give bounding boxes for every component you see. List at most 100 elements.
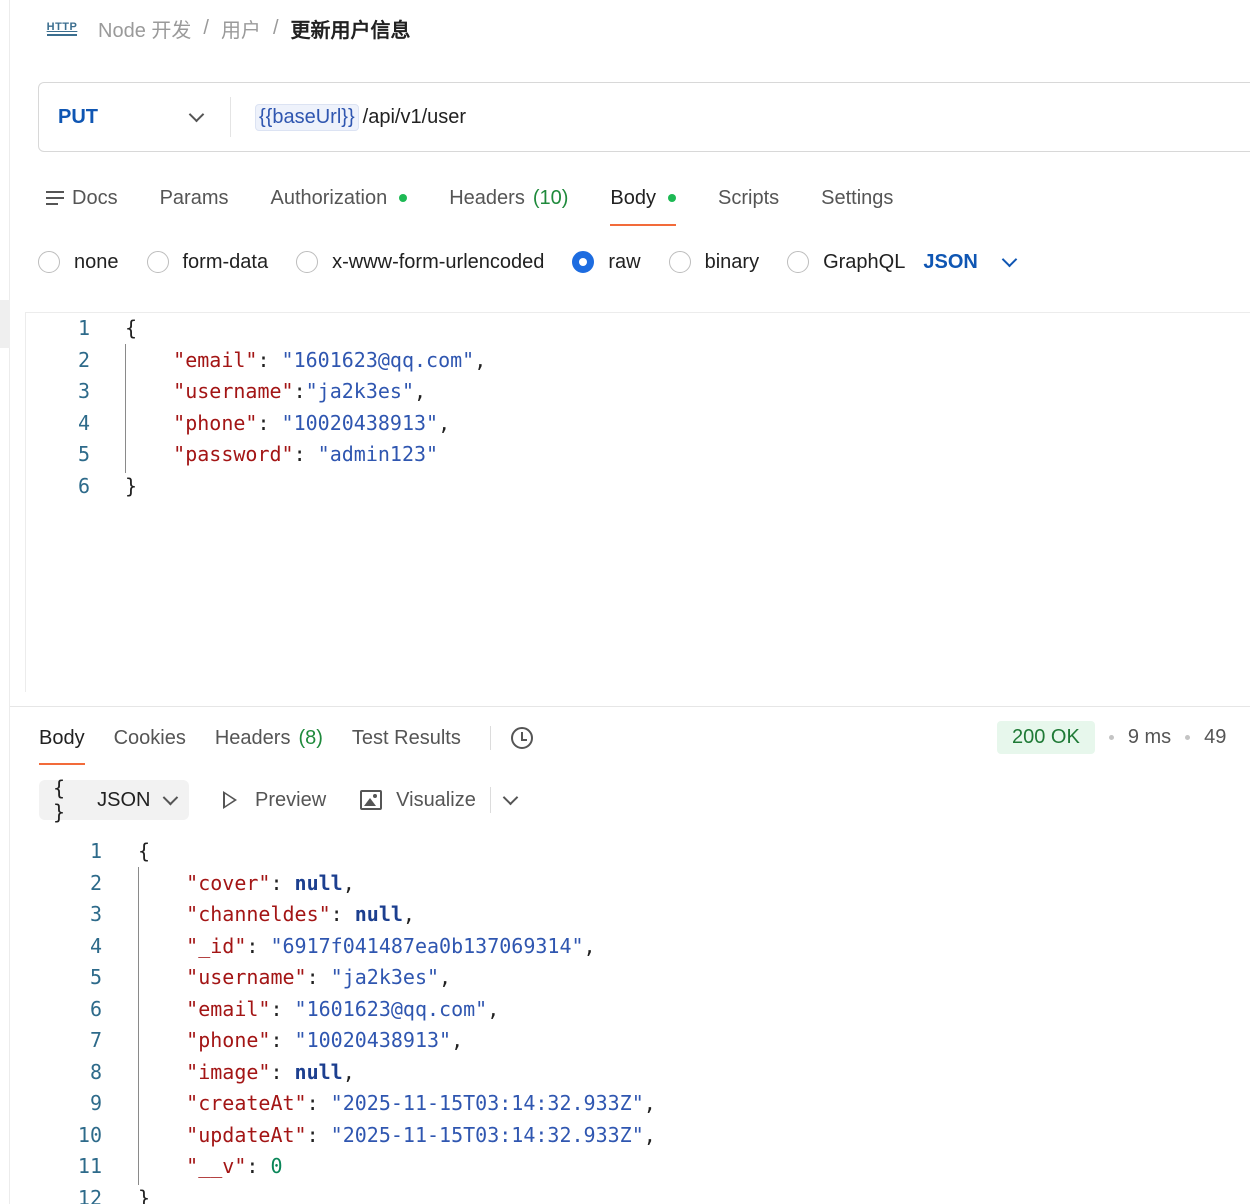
tab-docs[interactable]: Docs [46, 178, 118, 218]
headers-count: (10) [532, 186, 569, 209]
line-number: 4 [77, 410, 90, 435]
code-text: "__v": 0 [138, 1154, 283, 1178]
code-text: "image": null, [138, 1059, 355, 1084]
code-line: 3 "username":"ja2k3es", [40, 376, 1250, 408]
line-number: 2 [77, 347, 90, 372]
tab-settings[interactable]: Settings [821, 178, 893, 218]
history-icon[interactable] [510, 727, 533, 749]
collapse-handle[interactable] [0, 300, 10, 348]
line-number: 3 [77, 379, 90, 403]
request-tabs: Docs Params Authorization Headers (10) B… [46, 178, 935, 226]
code-line: 12} [40, 1183, 1250, 1204]
breadcrumb: HTTP Node 开发 / 用户 / 更新用户信息 [46, 10, 411, 46]
chevron-down-icon [1001, 251, 1018, 267]
tab-authorization[interactable]: Authorization [270, 178, 408, 218]
method-select[interactable]: PUT [39, 97, 231, 137]
code-text: "email": "1601623@qq.com", [125, 347, 487, 372]
code-line: 2 "cover": null, [40, 868, 1250, 900]
body-type-urlencoded[interactable]: x-www-form-urlencoded [296, 251, 544, 274]
url-variable[interactable]: {{baseUrl}} [255, 103, 359, 131]
radio-button[interactable] [787, 251, 810, 273]
radio-button[interactable] [38, 251, 60, 273]
code-line: 3 "channeldes": null, [40, 899, 1250, 931]
braces-icon: { } [53, 776, 66, 824]
line-number: 5 [89, 965, 102, 989]
response-tabs: Body Cookies Headers (8) Test Results [39, 718, 533, 765]
code-text: "createAt": "2025-11-15T03:14:32.933Z", [138, 1091, 656, 1115]
code-line: 5 "username": "ja2k3es", [40, 962, 1250, 994]
line-number: 12 [77, 1185, 102, 1204]
code-text: "username":"ja2k3es", [125, 379, 427, 403]
line-number: 11 [77, 1154, 102, 1178]
breadcrumb-separator: / [272, 16, 279, 39]
code-line: 5 "password": "admin123" [40, 439, 1250, 471]
tab-response-headers[interactable]: Headers (8) [215, 718, 323, 758]
url-bar: PUT {{baseUrl}} /api/v1/user [38, 82, 1250, 152]
request-name[interactable]: 更新用户信息 [291, 14, 411, 43]
raw-format-select[interactable]: JSON [923, 251, 1018, 274]
url-input[interactable]: {{baseUrl}} /api/v1/user [231, 103, 466, 131]
line-number: 8 [89, 1059, 102, 1084]
breadcrumb-item-folder[interactable]: 用户 [221, 14, 261, 43]
line-number: 1 [89, 839, 102, 863]
body-type-binary[interactable]: binary [668, 251, 759, 274]
body-type-none[interactable]: none [38, 251, 119, 274]
tab-params[interactable]: Params [160, 178, 229, 218]
response-format-select[interactable]: { } JSON [39, 776, 189, 824]
code-text: } [125, 473, 138, 498]
tab-headers[interactable]: Headers (10) [449, 178, 568, 218]
code-line: 1{ [40, 313, 1250, 345]
tab-response-body[interactable]: Body [39, 718, 85, 765]
line-number: 5 [77, 442, 90, 466]
code-text: { [138, 839, 151, 863]
response-body-viewer[interactable]: 1{2 "cover": null, 3 "channeldes": null, 4… [40, 836, 1250, 1204]
pane-splitter[interactable] [10, 706, 1250, 707]
line-number: 2 [89, 870, 102, 895]
visualize-button[interactable]: Visualize [360, 789, 476, 812]
code-text: "_id": "6917f041487ea0b137069314", [138, 933, 596, 958]
code-line: 7 "phone": "10020438913", [40, 1025, 1250, 1057]
code-text: } [138, 1185, 151, 1204]
tab-body[interactable]: Body [610, 178, 677, 226]
code-text: "password": "admin123" [125, 442, 439, 466]
response-headers-count: (8) [298, 726, 323, 749]
breadcrumb-item-workspace[interactable]: Node 开发 [98, 14, 191, 43]
indent-guide [138, 867, 139, 1185]
radio-button[interactable] [668, 251, 691, 273]
app-window: HTTP Node 开发 / 用户 / 更新用户信息 PUT {{baseUrl… [0, 0, 1250, 1204]
tab-cookies[interactable]: Cookies [114, 718, 186, 758]
status-badge[interactable]: 200 OK [997, 720, 1095, 754]
code-text: "cover": null, [138, 870, 355, 895]
tab-scripts[interactable]: Scripts [718, 178, 779, 218]
code-line: 11 "__v": 0 [40, 1151, 1250, 1183]
response-size[interactable]: 49 [1204, 726, 1226, 749]
chevron-down-icon [188, 106, 205, 123]
radio-button[interactable] [146, 251, 169, 273]
line-number: 3 [89, 902, 102, 926]
code-text: { [125, 316, 138, 340]
line-number: 6 [77, 473, 90, 498]
body-type-graphql[interactable]: GraphQL [787, 251, 905, 274]
preview-button[interactable]: Preview [223, 789, 326, 812]
code-text: "phone": "10020438913", [125, 410, 451, 435]
radio-button[interactable] [296, 251, 319, 273]
method-label: PUT [58, 105, 98, 128]
http-icon: HTTP [46, 21, 78, 36]
play-icon [223, 791, 237, 809]
line-number: 1 [77, 316, 90, 340]
tab-test-results[interactable]: Test Results [352, 718, 461, 758]
divider [489, 726, 491, 750]
body-type-raw[interactable]: raw [572, 251, 641, 274]
line-number: 7 [89, 1028, 102, 1052]
chevron-down-icon[interactable] [502, 789, 519, 806]
code-text: "username": "ja2k3es", [138, 965, 452, 989]
divider [489, 787, 491, 813]
line-number: 10 [77, 1122, 102, 1147]
editor-left-border [25, 312, 26, 692]
code-line: 2 "email": "1601623@qq.com", [40, 345, 1250, 377]
code-line: 9 "createAt": "2025-11-15T03:14:32.933Z"… [40, 1088, 1250, 1120]
response-time[interactable]: 9 ms [1128, 726, 1171, 749]
request-body-editor[interactable]: 1{2 "email": "1601623@qq.com", 3 "usernam… [40, 313, 1250, 502]
body-type-form-data[interactable]: form-data [146, 251, 268, 274]
radio-button-checked[interactable] [572, 251, 595, 273]
